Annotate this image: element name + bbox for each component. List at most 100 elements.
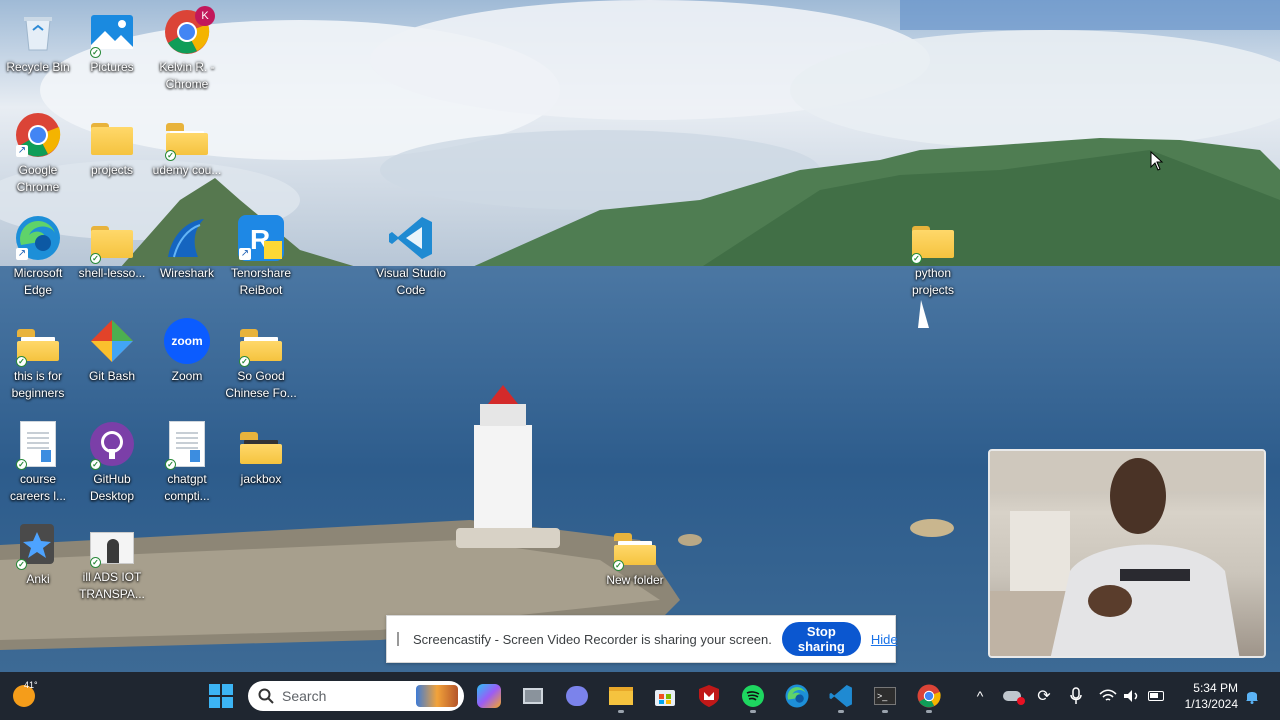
desktop-icon-udemy-courses[interactable]: ✓ udemy cou... bbox=[149, 105, 225, 201]
desktop-icon-shell-lessons[interactable]: ✓ shell-lesso... bbox=[74, 208, 150, 304]
running-indicator bbox=[926, 710, 932, 713]
drag-handle[interactable] bbox=[397, 632, 399, 646]
chrome-icon bbox=[917, 684, 941, 708]
start-button[interactable] bbox=[203, 678, 239, 714]
desktop-icon-pictures[interactable]: ✓ Pictures bbox=[74, 2, 150, 98]
reiboot-icon: R ↗ bbox=[237, 214, 285, 262]
sync-status-icon: ✓ bbox=[613, 560, 624, 571]
vscode-taskbar-button[interactable] bbox=[823, 678, 859, 714]
desktop-icon-label: Zoom bbox=[171, 369, 203, 383]
desktop-icon-anki[interactable]: ✓ Anki bbox=[0, 514, 76, 610]
notifications-button[interactable] bbox=[1240, 678, 1264, 714]
widgets-weather-button[interactable]: 41° bbox=[6, 678, 42, 714]
folder-icon: ✓ bbox=[237, 317, 285, 367]
folder-icon: ✓ bbox=[909, 214, 957, 264]
show-hidden-icons-button[interactable]: ^ bbox=[970, 678, 990, 714]
desktop-icon-so-good-chinese-food[interactable]: ✓ So Good Chinese Fo... bbox=[223, 311, 299, 407]
desktop-icon-git-bash[interactable]: Git Bash bbox=[74, 311, 150, 407]
microsoft-store-button[interactable] bbox=[647, 678, 683, 714]
desktop-icon-google-chrome[interactable]: ↗ Google Chrome bbox=[0, 105, 76, 201]
desktop-icon-this-is-for-beginners[interactable]: ✓ this is for beginners bbox=[0, 311, 76, 407]
desktop-icon-label: this is for beginners bbox=[11, 369, 65, 400]
folder-icon: ✓ bbox=[14, 317, 62, 367]
sync-status-icon: ✓ bbox=[90, 253, 101, 264]
vscode-icon bbox=[387, 214, 435, 262]
desktop-icon-label: shell-lesso... bbox=[78, 266, 146, 280]
desktop-icon-new-folder[interactable]: ✓ New folder bbox=[597, 515, 673, 611]
desktop-icon-recycle-bin[interactable]: Recycle Bin bbox=[0, 2, 76, 98]
sync-status-icon: ✓ bbox=[16, 459, 27, 470]
chrome-taskbar-button[interactable] bbox=[911, 678, 947, 714]
chrome-icon: ↗ bbox=[14, 111, 62, 159]
screen-share-notification-bar: Screencastify - Screen Video Recorder is… bbox=[386, 615, 898, 663]
copilot-button[interactable] bbox=[471, 678, 507, 714]
desktop-icon-jackbox[interactable]: jackbox bbox=[223, 414, 299, 510]
sync-status-icon: ✓ bbox=[16, 559, 27, 570]
sync-status-icon: ✓ bbox=[90, 459, 101, 470]
folder-icon bbox=[237, 420, 285, 468]
desktop-icon-kelvin-chrome[interactable]: K Kelvin R. - Chrome bbox=[149, 2, 225, 98]
teams-chat-icon bbox=[566, 686, 588, 706]
microphone-status[interactable] bbox=[1064, 678, 1088, 714]
folder-icon: ✓ bbox=[611, 521, 659, 571]
mcafee-icon bbox=[699, 685, 719, 707]
weather-temperature: 41° bbox=[24, 680, 38, 690]
shortcut-arrow-icon: ↗ bbox=[16, 145, 28, 157]
sync-status-button[interactable]: ⟳ bbox=[1032, 678, 1056, 714]
desktop-icon-python-projects[interactable]: ✓ python projects bbox=[895, 208, 971, 304]
desktop-icon-microsoft-edge[interactable]: ↗ Microsoft Edge bbox=[0, 208, 76, 304]
stop-sharing-button[interactable]: Stop sharing bbox=[781, 622, 861, 656]
webcam-overlay[interactable] bbox=[988, 449, 1266, 658]
battery-button[interactable] bbox=[1144, 678, 1168, 714]
desktop-icon-label: New folder bbox=[606, 573, 664, 587]
sync-status-icon: ✓ bbox=[165, 150, 176, 161]
git-bash-icon bbox=[88, 317, 136, 365]
taskbar-search-box[interactable]: Search bbox=[248, 681, 464, 711]
desktop-icon-label: Pictures bbox=[90, 60, 134, 74]
taskbar bbox=[0, 672, 1280, 720]
desktop-icon-wireshark[interactable]: Wireshark bbox=[149, 208, 225, 304]
copilot-icon bbox=[477, 684, 501, 708]
hide-link[interactable]: Hide bbox=[871, 632, 898, 647]
task-view-button[interactable] bbox=[515, 678, 551, 714]
windows-logo-icon bbox=[209, 684, 233, 708]
desktop-icon-projects[interactable]: projects bbox=[74, 105, 150, 201]
sync-status-icon: ✓ bbox=[90, 557, 101, 568]
desktop-icon-ads-iot-image[interactable]: ✓ ill ADS IOT TRANSPA... bbox=[74, 524, 150, 620]
desktop-icon-chatgpt-doc[interactable]: ✓ chatgpt compti... bbox=[149, 414, 225, 510]
terminal-button[interactable]: >_ bbox=[867, 678, 903, 714]
image-file-icon: ✓ bbox=[88, 530, 136, 568]
search-placeholder: Search bbox=[282, 688, 327, 704]
terminal-icon: >_ bbox=[874, 687, 896, 705]
task-view-icon bbox=[523, 688, 543, 704]
file-explorer-button[interactable] bbox=[603, 678, 639, 714]
teams-chat-button[interactable] bbox=[559, 678, 595, 714]
folder-icon: ✓ bbox=[163, 111, 211, 161]
sync-status-icon: ✓ bbox=[16, 356, 27, 367]
anki-icon: ✓ bbox=[14, 520, 62, 570]
clock[interactable]: 5:34 PM 1/13/2024 bbox=[1172, 680, 1238, 712]
mcafee-button[interactable] bbox=[691, 678, 727, 714]
desktop-icon-label: projects bbox=[90, 163, 134, 177]
desktop-icon-label: ill ADS IOT TRANSPA... bbox=[79, 570, 145, 601]
desktop-icon-tenorshare-reiboot[interactable]: R ↗ Tenorshare ReiBoot bbox=[223, 208, 299, 304]
sync-status-icon: ✓ bbox=[239, 356, 250, 367]
microsoft-store-icon bbox=[655, 690, 675, 706]
desktop-icon-label: jackbox bbox=[240, 472, 282, 486]
desktop-icon-github-desktop[interactable]: ✓ GitHub Desktop bbox=[74, 414, 150, 510]
desktop-icon-course-careers[interactable]: ✓ course careers l... bbox=[0, 414, 76, 510]
network-button[interactable] bbox=[1096, 678, 1120, 714]
desktop-icon-visual-studio-code[interactable]: Visual Studio Code bbox=[373, 208, 449, 304]
document-icon: ✓ bbox=[14, 420, 62, 470]
vscode-icon bbox=[829, 685, 852, 707]
onedrive-status[interactable] bbox=[1000, 678, 1025, 714]
shortcut-arrow-icon: ↗ bbox=[239, 248, 251, 260]
edge-icon bbox=[785, 684, 809, 708]
spotify-button[interactable] bbox=[735, 678, 771, 714]
desktop-icon-label: Anki bbox=[26, 572, 50, 586]
edge-taskbar-button[interactable] bbox=[779, 678, 815, 714]
desktop-icon-label: GitHub Desktop bbox=[89, 472, 135, 503]
desktop-icon-label: Wireshark bbox=[159, 266, 214, 280]
volume-button[interactable] bbox=[1120, 678, 1144, 714]
desktop-icon-zoom[interactable]: zoom Zoom bbox=[149, 311, 225, 407]
